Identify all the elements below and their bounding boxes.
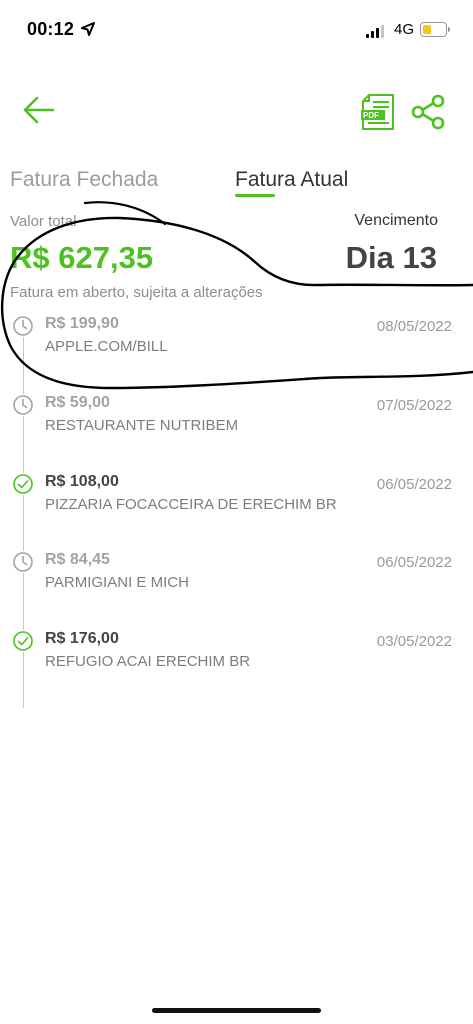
transaction-item[interactable]: R$ 59,00 RESTAURANTE NUTRIBEM 07/05/2022 <box>0 394 473 454</box>
tab-fatura-fechada[interactable]: Fatura Fechada <box>10 168 158 192</box>
transaction-date: 08/05/2022 <box>376 318 452 335</box>
status-time: 00:12 <box>27 19 75 39</box>
transaction-date: 07/05/2022 <box>376 397 452 414</box>
transaction-amount: R$ 199,90 <box>45 315 119 332</box>
share-icon[interactable] <box>410 94 446 130</box>
transaction-amount: R$ 59,00 <box>45 394 110 411</box>
status-bar: 00:12 4G <box>0 0 473 60</box>
home-indicator[interactable] <box>152 1008 321 1013</box>
transaction-date: 03/05/2022 <box>376 633 452 650</box>
transaction-merchant: PIZZARIA FOCACCEIRA DE ERECHIM BR <box>45 496 337 513</box>
tab-fatura-atual[interactable]: Fatura Atual <box>235 168 348 192</box>
due-label: Vencimento <box>354 212 438 229</box>
clock-icon <box>12 315 34 337</box>
pdf-document-icon[interactable]: PDF <box>360 94 396 130</box>
transaction-merchant: PARMIGIANI E MICH <box>45 574 189 591</box>
transaction-amount: R$ 108,00 <box>45 473 119 490</box>
transaction-item[interactable]: R$ 176,00 REFUGIO ACAI ERECHIM BR 03/05/… <box>0 630 473 690</box>
invoice-note: Fatura em aberto, sujeita a alterações <box>10 284 263 301</box>
active-tab-indicator <box>235 194 275 197</box>
network-type: 4G <box>394 21 415 38</box>
location-arrow-icon <box>81 22 95 36</box>
back-arrow-icon[interactable] <box>22 94 56 126</box>
svg-text:PDF: PDF <box>363 111 379 120</box>
total-label: Valor total <box>10 213 77 230</box>
battery-icon <box>420 22 450 37</box>
check-circle-icon <box>12 630 34 652</box>
check-circle-icon <box>12 473 34 495</box>
transaction-item[interactable]: R$ 84,45 PARMIGIANI E MICH 06/05/2022 <box>0 551 473 611</box>
clock-icon <box>12 551 34 573</box>
transaction-merchant: REFUGIO ACAI ERECHIM BR <box>45 653 251 670</box>
transaction-amount: R$ 176,00 <box>45 630 119 647</box>
clock-icon <box>12 394 34 416</box>
transaction-date: 06/05/2022 <box>376 476 452 493</box>
transaction-amount: R$ 84,45 <box>45 551 110 568</box>
due-value: Dia 13 <box>345 240 437 275</box>
signal-icon <box>366 24 388 38</box>
transaction-date: 06/05/2022 <box>376 554 452 571</box>
transaction-merchant: APPLE.COM/BILL <box>45 338 168 355</box>
transaction-merchant: RESTAURANTE NUTRIBEM <box>45 417 239 434</box>
total-value: R$ 627,35 <box>10 240 154 275</box>
transaction-item[interactable]: R$ 108,00 PIZZARIA FOCACCEIRA DE ERECHIM… <box>0 473 473 533</box>
transaction-item[interactable]: R$ 199,90 APPLE.COM/BILL 08/05/2022 <box>0 315 473 375</box>
